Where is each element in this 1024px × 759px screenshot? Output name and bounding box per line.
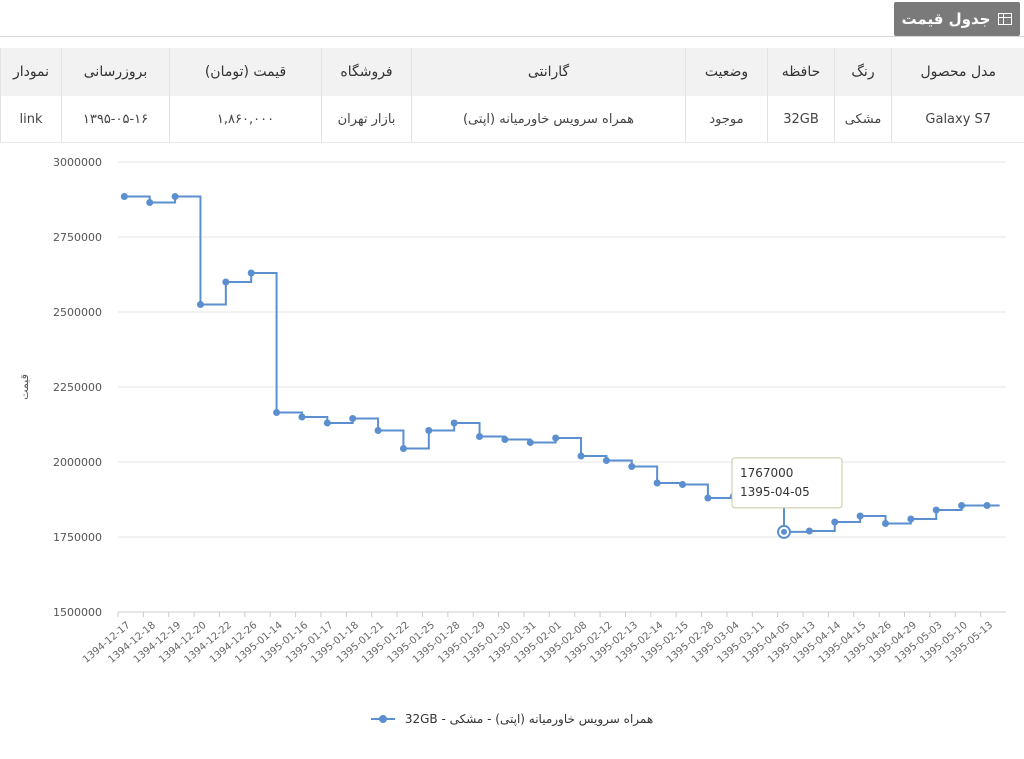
cell-warranty: همراه سرویس خاورمیانه (اپتی): [411, 96, 686, 143]
data-point: [602, 457, 610, 464]
data-point: [932, 506, 940, 514]
tooltip-date: 1395-04-05: [740, 485, 810, 499]
data-point: [349, 415, 357, 422]
data-point: [526, 439, 534, 446]
price-info-table: مدل محصول رنگ حافظه وضعیت گارانتی فروشگا…: [0, 48, 1024, 143]
y-tick-label: 2000000: [53, 456, 102, 469]
data-point: [247, 269, 255, 277]
y-tick-label: 1750000: [53, 531, 102, 544]
chart-legend[interactable]: همراه سرویس خاورمیانه (اپتی) - مشکی - 32…: [0, 712, 1024, 726]
data-point: [628, 463, 636, 470]
table-icon: [998, 13, 1013, 25]
data-point: [120, 193, 128, 200]
legend-series-label: همراه سرویس خاورمیانه (اپتی) - مشکی - 32…: [404, 712, 654, 726]
series-line: [124, 195, 1000, 533]
cell-price: ۱,۸۶۰,۰۰۰: [169, 96, 322, 143]
data-point: [577, 452, 585, 460]
price-history-chart: 1500000 1750000 2000000 2250000 2500000 27500…: [18, 156, 1006, 666]
y-tick-label: 3000000: [53, 156, 102, 169]
cell-chart-link[interactable]: link: [0, 96, 62, 143]
data-point: [399, 445, 407, 452]
data-point: [425, 427, 433, 434]
data-point: [171, 193, 179, 200]
data-point: [907, 515, 915, 523]
data-point: [983, 502, 991, 509]
data-point: [196, 301, 204, 308]
data-point: [805, 527, 813, 535]
y-tick-label: 2500000: [53, 306, 102, 319]
table-row: Galaxy S7 مشکی 32GB موجود همراه سرویس خا…: [0, 96, 1024, 143]
data-point: [958, 502, 966, 509]
legend-series-marker: [370, 714, 395, 724]
y-axis-label: قیمت: [18, 374, 31, 400]
data-point: [323, 419, 331, 427]
price-table-title: جدول قیمت: [901, 10, 991, 28]
data-point: [501, 436, 509, 443]
cell-status: موجود: [685, 96, 768, 143]
y-tick-label: 2750000: [53, 231, 102, 244]
cell-updated: ۱۳۹۵-۰۵-۱۶: [61, 96, 170, 143]
col-header-price: قیمت (تومان): [169, 48, 322, 96]
col-header-storage: حافظه: [767, 48, 835, 96]
table-header-row: مدل محصول رنگ حافظه وضعیت گارانتی فروشگا…: [0, 48, 1024, 96]
data-point: [679, 481, 687, 488]
data-point: [831, 518, 839, 526]
data-point: [374, 427, 382, 434]
data-point: [653, 479, 661, 487]
col-header-store: فروشگاه: [321, 48, 412, 96]
data-point: [704, 494, 712, 502]
col-header-chart: نمودار: [0, 48, 62, 96]
data-point: [552, 434, 560, 442]
data-point: [881, 520, 889, 527]
price-table-tab[interactable]: جدول قیمت: [894, 2, 1020, 36]
data-point: [298, 413, 306, 421]
data-point: [273, 409, 281, 416]
highlight-point-core: [781, 528, 787, 535]
header-divider: [0, 36, 1024, 37]
col-header-warranty: گارانتی: [411, 48, 686, 96]
y-tick-label: 2250000: [53, 381, 102, 394]
data-point: [450, 419, 458, 427]
col-header-model: مدل محصول: [891, 48, 1024, 96]
y-tick-label: 1500000: [53, 606, 102, 619]
col-header-status: وضعیت: [685, 48, 768, 96]
cell-store: بازار تهران: [321, 96, 412, 143]
data-point: [476, 433, 484, 440]
data-point: [856, 512, 864, 520]
data-point: [222, 278, 230, 286]
cell-color: مشکی: [834, 96, 892, 143]
col-header-color: رنگ: [834, 48, 892, 96]
cell-storage: 32GB: [767, 96, 835, 143]
data-point: [146, 199, 154, 206]
tooltip-value: 1767000: [740, 466, 793, 480]
cell-model: Galaxy S7: [891, 96, 1024, 143]
col-header-updated: بروزرسانی: [61, 48, 170, 96]
